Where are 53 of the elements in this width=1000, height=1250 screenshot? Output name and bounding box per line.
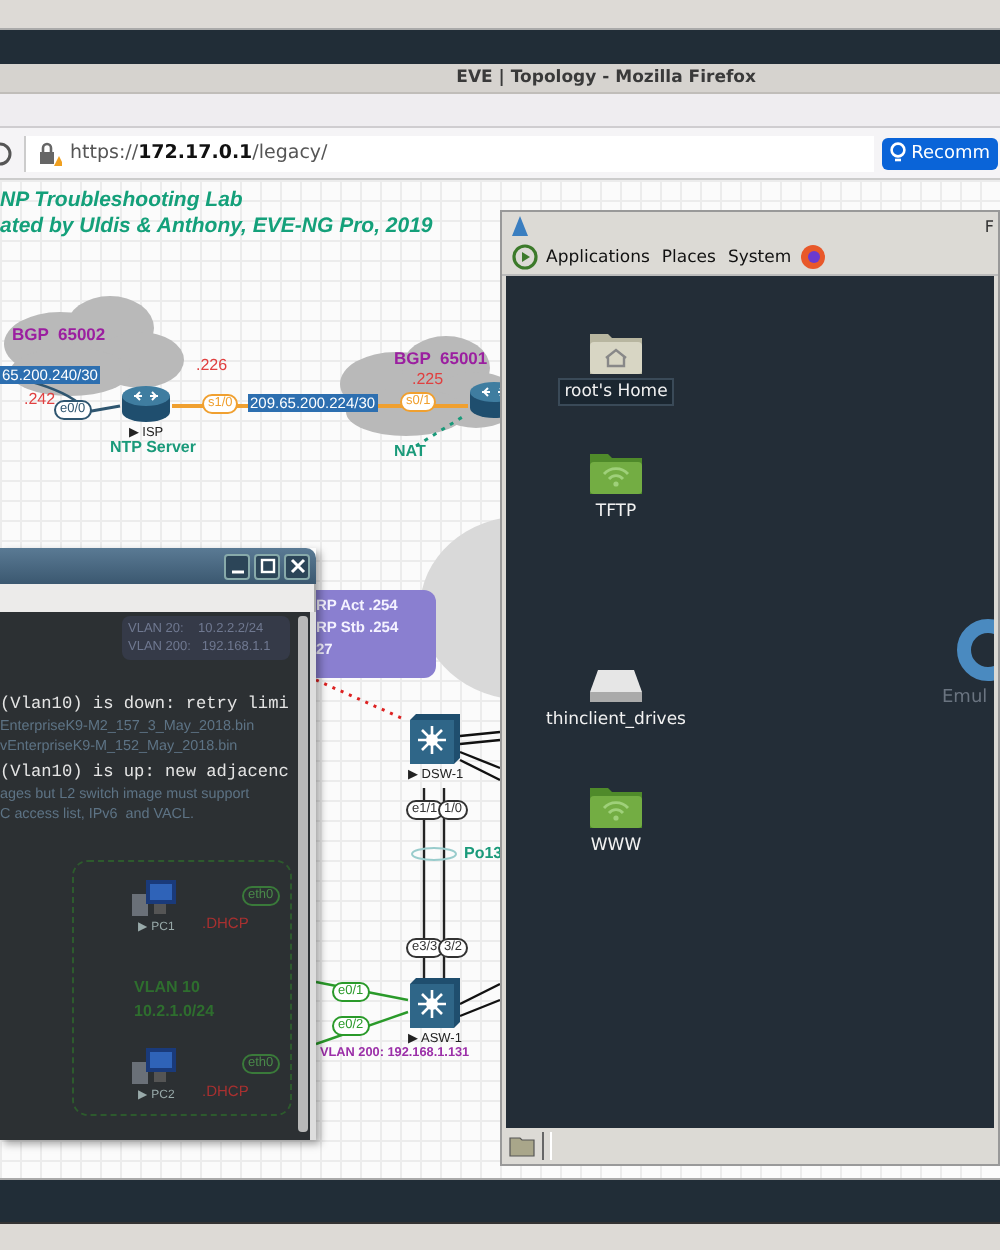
- desktop-icon-label[interactable]: TFTP: [591, 500, 641, 524]
- note-label: Po13: [464, 844, 503, 862]
- drive-icon[interactable]: [588, 668, 644, 704]
- menu-item[interactable]: Places: [657, 247, 720, 267]
- switch-icon[interactable]: [408, 976, 462, 1030]
- app-icon: [512, 216, 528, 236]
- network-folder-icon[interactable]: [588, 448, 644, 496]
- address-field[interactable]: https://172.17.0.1/legacy/: [24, 135, 874, 171]
- port-channel-shape: [411, 847, 457, 861]
- close-button[interactable]: [284, 553, 310, 579]
- recommend-button[interactable]: Recomm: [881, 137, 998, 169]
- desktop-icon-label[interactable]: WWW: [586, 834, 646, 858]
- logo-text: Emul: [942, 688, 988, 708]
- subnet-label: 10.2.1.0/24: [134, 1002, 215, 1020]
- switch-icon[interactable]: [408, 712, 463, 766]
- router-icon[interactable]: [120, 384, 172, 424]
- menu-item[interactable]: Applications: [542, 247, 654, 267]
- browser-icon[interactable]: [799, 244, 826, 270]
- address-label: .242: [24, 390, 56, 408]
- minimize-button[interactable]: [224, 553, 250, 579]
- scrollbar[interactable]: [298, 616, 308, 1132]
- link-line: [315, 980, 409, 1046]
- folder-icon[interactable]: [508, 1134, 536, 1158]
- terminal-output-line: (Vlan10) is down: retry limi: [0, 694, 290, 716]
- computer-icon[interactable]: [130, 1046, 178, 1086]
- vlan-label: VLAN 10: [134, 978, 200, 996]
- terminal-output-line: (Vlan10) is up: new adjacenc: [0, 762, 290, 784]
- cloud-label: BGP 65001: [394, 348, 488, 368]
- cloud-label: BGP 65002: [12, 324, 106, 344]
- nat-line: [415, 414, 465, 448]
- note-label: NTP Server: [110, 438, 196, 456]
- lab-title: ated by Uldis & Anthony, EVE-NG Pro, 2019: [0, 214, 433, 238]
- address-label: .225: [412, 370, 444, 388]
- lightbulb-icon: [889, 142, 906, 164]
- network-folder-icon[interactable]: [588, 782, 644, 830]
- maximize-button[interactable]: [254, 553, 280, 579]
- taskbar-separator: [542, 1132, 552, 1160]
- close-icon: [289, 558, 305, 574]
- maximize-icon: [259, 558, 275, 574]
- leader-line: [315, 678, 407, 722]
- address-label: .226: [196, 356, 228, 374]
- desktop-icon-label[interactable]: thinclient_drives: [541, 708, 690, 732]
- menu-logo-icon[interactable]: [512, 244, 538, 270]
- note-label: NAT: [394, 442, 426, 460]
- home-folder-icon[interactable]: [588, 328, 644, 376]
- warning-lock-icon: [38, 141, 62, 165]
- menu-item[interactable]: System: [723, 247, 796, 267]
- desktop-icon-label[interactable]: root's Home: [560, 380, 672, 404]
- window-title: EVE | Topology - Mozilla Firefox: [456, 68, 756, 88]
- lab-title: NP Troubleshooting Lab: [0, 188, 243, 212]
- url-text: https://172.17.0.1/legacy/: [70, 142, 328, 164]
- computer-icon[interactable]: [130, 878, 178, 918]
- window-title: F: [984, 217, 994, 235]
